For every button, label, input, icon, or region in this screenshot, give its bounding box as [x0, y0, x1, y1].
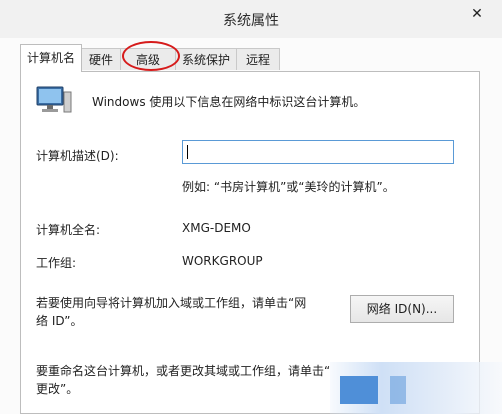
full-name-label: 计算机全名: [36, 223, 101, 237]
watermark [330, 362, 502, 414]
description-example: 例如: “书房计算机”或“美玲的计算机”。 [182, 180, 395, 194]
close-button[interactable]: ✕ [462, 4, 492, 24]
network-id-text-line1: 若要使用向导将计算机加入域或工作组，请单击“网 [36, 296, 307, 310]
text-caret [187, 145, 188, 159]
tab-system-protection[interactable]: 系统保护 [175, 48, 237, 70]
tab-strip: 计算机名 硬件 高级 系统保护 远程 [20, 44, 480, 72]
intro-text: Windows 使用以下信息在网络中标识这台计算机。 [92, 95, 366, 109]
rename-text: 要重命名这台计算机，或者更改其域或工作组，请单击“ 更改”。 [36, 362, 330, 398]
tab-advanced[interactable]: 高级 [120, 48, 176, 70]
tab-remote[interactable]: 远程 [236, 48, 280, 70]
window-title: 系统属性 [223, 13, 279, 29]
network-id-button[interactable]: 网络 ID(N)... [350, 295, 454, 323]
close-icon: ✕ [471, 6, 483, 22]
title-bar: 系统属性 ✕ [0, 0, 502, 38]
full-name-value: XMG-DEMO [182, 221, 251, 235]
tab-computer-name[interactable]: 计算机名 [20, 44, 82, 72]
rename-text-line2: 更改”。 [36, 382, 79, 396]
network-id-text-line2: 络 ID”。 [36, 314, 83, 328]
computer-icon [36, 86, 72, 113]
description-label: 计算机描述(D): [36, 149, 119, 163]
watermark-block [390, 376, 406, 404]
network-id-text: 若要使用向导将计算机加入域或工作组，请单击“网 络 ID”。 [36, 294, 306, 330]
tab-hardware[interactable]: 硬件 [81, 48, 121, 70]
workgroup-label: 工作组: [36, 256, 77, 270]
computer-description-input[interactable] [182, 140, 454, 164]
rename-text-line1: 要重命名这台计算机，或者更改其域或工作组，请单击“ [36, 364, 331, 378]
watermark-block [340, 376, 378, 404]
workgroup-value: WORKGROUP [182, 254, 263, 268]
